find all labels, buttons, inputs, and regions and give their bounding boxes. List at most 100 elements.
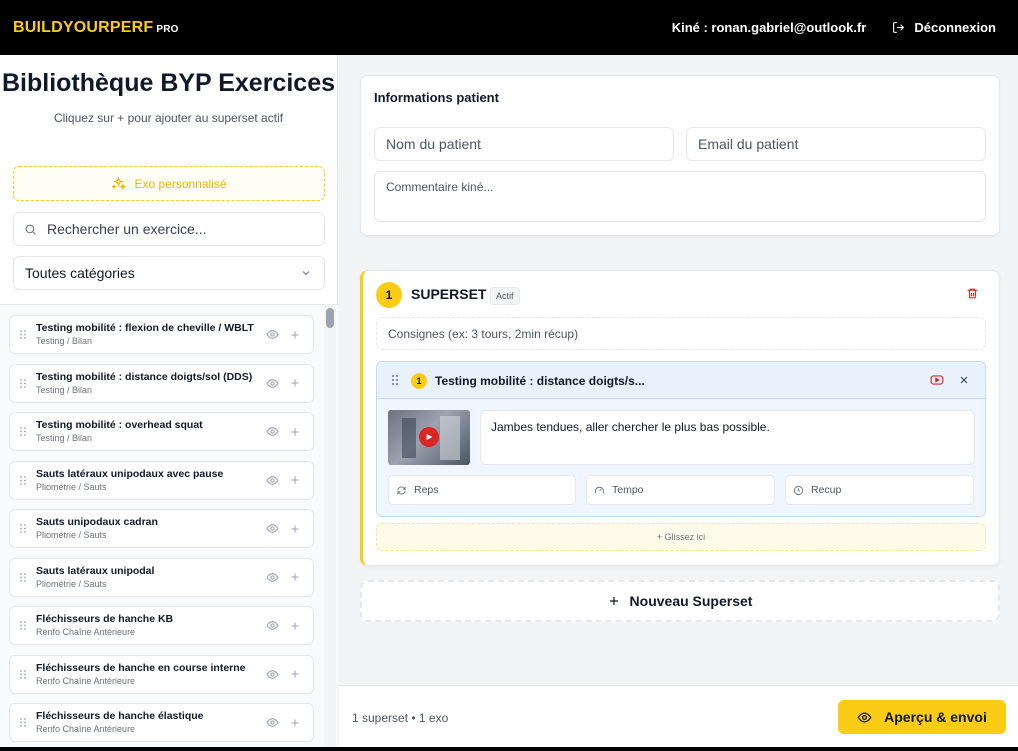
- add-plus-icon[interactable]: [289, 668, 301, 680]
- active-badge: Actif: [490, 287, 520, 305]
- drag-handle-icon[interactable]: [10, 523, 36, 534]
- play-icon: [419, 427, 439, 447]
- brand-logo[interactable]: BUILDYOURPERF PRO: [13, 19, 179, 37]
- preview-eye-icon[interactable]: [266, 668, 279, 681]
- drag-handle-icon[interactable]: [10, 378, 36, 389]
- patient-info-card: Informations patient: [360, 75, 1000, 236]
- custom-exercise-label: Exo personnalisé: [134, 176, 227, 191]
- add-plus-icon[interactable]: [289, 571, 301, 583]
- new-superset-button[interactable]: Nouveau Superset: [360, 580, 1000, 622]
- exercise-item-name: Testing mobilité : flexion de cheville /…: [36, 322, 254, 334]
- exercise-item-name: Fléchisseurs de hanche en course interne: [36, 661, 246, 674]
- list-scrollbar[interactable]: [324, 305, 336, 751]
- drag-handle-icon[interactable]: [10, 620, 36, 631]
- exercise-list-item[interactable]: Testing mobilité : distance doigts/sol (…: [9, 363, 314, 403]
- drag-handle-icon[interactable]: [10, 475, 36, 486]
- drag-handle-icon[interactable]: [10, 426, 36, 437]
- sparkles-icon: [112, 176, 127, 190]
- exercise-item-category: Pliométrie / Sauts: [36, 578, 107, 589]
- tempo-input[interactable]: Tempo: [586, 475, 775, 505]
- superset-exercise-card[interactable]: 1 Testing mobilité : distance doigts/s..…: [376, 361, 986, 517]
- exercise-item-text: Fléchisseurs de hanche en course interne…: [36, 662, 256, 687]
- preview-eye-icon[interactable]: [266, 619, 279, 632]
- preview-eye-icon[interactable]: [266, 425, 279, 438]
- exercise-item-category: Testing / Bilan: [36, 433, 93, 443]
- exercise-video-thumbnail[interactable]: [388, 410, 470, 465]
- drag-handle-icon[interactable]: [10, 572, 36, 583]
- consignes-input[interactable]: Consignes (ex: 3 tours, 2min récup): [376, 317, 986, 350]
- exercise-list-item[interactable]: Fléchisseurs de hanche en course interne…: [9, 654, 314, 694]
- library-subtitle: Cliquez sur + pour ajouter au superset a…: [53, 111, 284, 125]
- preview-eye-icon[interactable]: [266, 328, 279, 341]
- exercise-item-text: Sauts latéraux unipodal Pliométrie / Saut…: [36, 565, 256, 590]
- clock-icon: [793, 485, 804, 495]
- exercise-item-category: Renfo Chaîne Antérieure: [36, 724, 136, 734]
- logout-icon: [893, 22, 905, 33]
- exercise-item-name: Sauts latéraux unipodal: [36, 564, 155, 577]
- exercise-item-text: Testing mobilité : overhead squat Testing…: [36, 419, 256, 444]
- add-plus-icon[interactable]: [289, 474, 301, 486]
- exercise-item-category: Pliométrie / Sauts: [36, 530, 107, 540]
- add-plus-icon[interactable]: [289, 377, 301, 389]
- custom-exercise-button[interactable]: Exo personnalisé: [13, 166, 325, 201]
- drag-handle-icon[interactable]: [10, 329, 36, 340]
- exercise-item-text: Testing mobilité : flexion de cheville /…: [36, 322, 256, 347]
- add-plus-icon[interactable]: [289, 426, 301, 438]
- drop-zone[interactable]: + Glissez ici: [376, 523, 986, 551]
- preview-eye-icon[interactable]: [266, 571, 279, 584]
- close-icon: [960, 376, 968, 384]
- exercise-item-text: Sauts latéraux unipodaux avec pause Pliom…: [36, 468, 256, 493]
- exercise-card-header: 1 Testing mobilité : distance doigts/s..…: [377, 362, 985, 399]
- logout-button[interactable]: Déconnexion: [892, 20, 996, 35]
- gauge-icon: [594, 486, 605, 493]
- remove-exercise-button[interactable]: [958, 374, 970, 389]
- patient-email-input[interactable]: [686, 127, 986, 161]
- repeat-icon: [397, 486, 406, 494]
- recup-input[interactable]: Recup: [785, 475, 974, 505]
- exercise-list-item[interactable]: Fléchisseurs de hanche élastique Renfo Ch…: [9, 703, 314, 742]
- drag-handle-icon[interactable]: [10, 669, 36, 680]
- add-plus-icon[interactable]: [289, 620, 301, 632]
- reps-input[interactable]: Reps: [388, 475, 576, 505]
- preview-send-button[interactable]: Aperçu & envoi: [838, 700, 1006, 734]
- exercise-list-item[interactable]: Testing mobilité : flexion de cheville /…: [9, 315, 314, 354]
- patient-name-input[interactable]: [374, 127, 674, 161]
- exercise-item-text: Sauts unipodaux cadran Pliométrie / Sauts: [36, 516, 256, 541]
- exercise-list-item[interactable]: Sauts unipodaux cadran Pliométrie / Sauts: [9, 509, 314, 548]
- eye-icon: [857, 711, 872, 723]
- recup-placeholder: Recup: [811, 484, 842, 496]
- drag-handle-icon[interactable]: [390, 374, 400, 389]
- physio-comment-textarea[interactable]: [374, 171, 986, 222]
- exercise-list-item[interactable]: Fléchisseurs de hanche KB Renfo Chaîne An…: [9, 606, 314, 645]
- top-bar: BUILDYOURPERF PRO Kiné : ronan.gabriel@ou…: [0, 0, 1018, 55]
- exercise-item-text: Fléchisseurs de hanche KB Renfo Chaîne An…: [36, 613, 256, 638]
- exercise-list-item[interactable]: Testing mobilité : overhead squat Testing…: [9, 412, 314, 451]
- add-plus-icon[interactable]: [289, 329, 301, 341]
- superset-card[interactable]: 1 SUPERSET Actif Consignes (ex: 3 tours,…: [360, 270, 1000, 566]
- drag-handle-icon[interactable]: [10, 717, 36, 728]
- exercise-note[interactable]: Jambes tendues, aller chercher le plus b…: [480, 410, 975, 465]
- preview-eye-icon[interactable]: [266, 377, 279, 390]
- superset-number-badge: 1: [376, 282, 402, 308]
- preview-eye-icon[interactable]: [266, 474, 279, 487]
- exercise-item-name: Testing mobilité : overhead squat: [36, 419, 203, 431]
- exercise-list-item[interactable]: Sauts latéraux unipodaux avec pause Pliom…: [9, 460, 314, 500]
- exercise-item-name: Sauts latéraux unipodaux avec pause: [36, 467, 224, 480]
- new-superset-label: Nouveau Superset: [629, 593, 753, 609]
- exercise-item-category: Renfo Chaîne Antérieure: [36, 627, 136, 637]
- category-select-value: Toutes catégories: [25, 265, 135, 281]
- add-plus-icon[interactable]: [289, 717, 301, 729]
- scrollbar-thumb[interactable]: [326, 308, 334, 328]
- video-button[interactable]: [930, 374, 944, 389]
- category-select[interactable]: Toutes catégories: [13, 256, 325, 290]
- preview-eye-icon[interactable]: [266, 522, 279, 535]
- preview-eye-icon[interactable]: [266, 716, 279, 729]
- search-input[interactable]: [47, 221, 307, 237]
- tempo-placeholder: Tempo: [612, 484, 644, 496]
- exercise-item-text: Fléchisseurs de hanche élastique Renfo Ch…: [36, 710, 256, 735]
- add-plus-icon[interactable]: [289, 523, 301, 535]
- delete-superset-button[interactable]: [966, 287, 979, 303]
- brand-badge: PRO: [156, 23, 179, 35]
- chevron-down-icon: [302, 271, 310, 276]
- exercise-list-item[interactable]: Sauts latéraux unipodal Pliométrie / Saut…: [9, 557, 314, 597]
